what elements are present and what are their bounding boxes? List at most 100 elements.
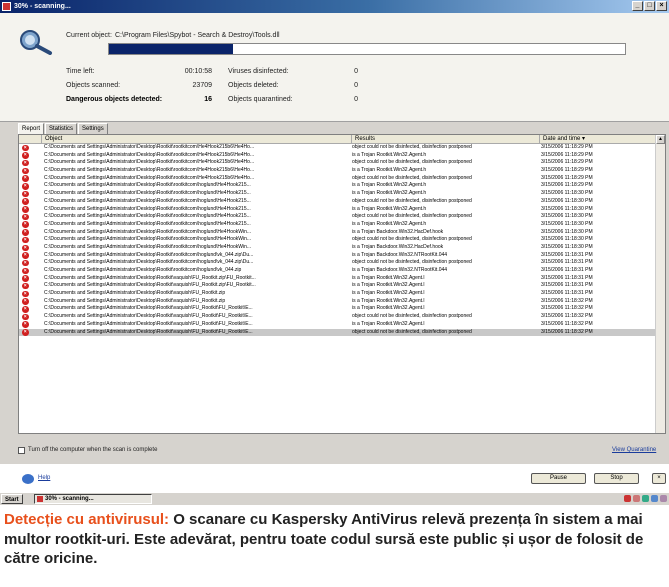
tray-shield-icon[interactable] [633,495,640,502]
help-icon[interactable] [22,474,34,484]
table-row[interactable]: × C:\Documents and Settings\Administrator… [19,259,657,267]
scroll-up-icon[interactable]: ▲ [656,135,665,144]
table-row[interactable]: × C:\Documents and Settings\Administrator… [19,290,657,298]
scan-window: 30% - scanning... _ □ × Current object: … [0,0,669,464]
row-object: C:\Documents and Settings\Administrator\… [44,159,255,166]
column-date[interactable]: Date and time ▾ [540,135,657,144]
row-result: is a Trojan Backdoor.Win32.NTRootKit.044 [352,251,448,258]
row-object: C:\Documents and Settings\Administrator\… [44,243,252,250]
row-result: is a Trojan Rootkit.Win32.Agent.l [352,297,425,304]
table-row[interactable]: × C:\Documents and Settings\Administrator… [19,321,657,329]
row-date: 3/15/2006 11:18:29 PM [541,174,593,181]
row-object: C:\Documents and Settings\Administrator\… [44,267,242,273]
table-row[interactable]: × C:\Documents and Settings\Administrator… [19,313,657,321]
row-object: C:\Documents and Settings\Administrator\… [44,251,254,258]
table-row[interactable]: × C:\Documents and Settings\Administrator… [19,282,657,290]
row-object: C:\Documents and Settings\Administrator\… [44,182,251,189]
row-result: is a Trojan Backdoor.Win32.HacDef.hook [352,228,444,235]
table-row[interactable]: × C:\Documents and Settings\Administrator… [19,252,657,260]
table-row[interactable]: × C:\Documents and Settings\Administrator… [19,229,657,237]
objects-deleted-value: 0 [354,82,358,89]
row-object: C:\Documents and Settings\Administrator\… [44,167,255,174]
table-row[interactable]: × C:\Documents and Settings\Administrator… [19,167,657,175]
row-result: is a Trojan Rootkit.Win32.Agent.h [352,220,427,227]
column-results[interactable]: Results [352,135,540,144]
row-object: C:\Documents and Settings\Administrator\… [44,197,251,204]
table-row[interactable]: × C:\Documents and Settings\Administrator… [19,175,657,183]
row-date: 3/15/2006 11:18:29 PM [541,167,593,174]
row-result: object could not be disinfected, disinfe… [352,197,472,204]
close-dialog-button[interactable]: × [652,473,666,484]
pause-button[interactable]: Pause [531,473,586,484]
title-bar[interactable]: 30% - scanning... _ □ × [0,0,669,13]
minimize-button[interactable]: _ [632,1,643,11]
table-row[interactable]: × C:\Documents and Settings\Administrator… [19,305,657,313]
stop-button[interactable]: Stop [594,473,639,484]
row-object: C:\Documents and Settings\Administrator\… [44,213,251,220]
objects-quarantined-value: 0 [354,96,358,103]
row-object: C:\Documents and Settings\Administrator\… [44,305,253,312]
current-object-label: Current object: [66,32,112,39]
threat-icon: × [22,198,29,205]
table-row[interactable]: × C:\Documents and Settings\Administrator… [19,144,657,152]
dangerous-objects-value: 16 [204,96,212,103]
current-object-path: C:\Program Files\Spybot - Search & Destr… [115,32,280,39]
row-date: 3/15/2006 11:18:30 PM [541,220,593,227]
column-object[interactable]: Object [42,135,352,144]
row-result: is a Trojan Rootkit.Win32.Agent.l [352,290,425,297]
help-link[interactable]: Help [38,475,50,481]
tray-kaspersky-icon[interactable] [624,495,631,502]
table-row[interactable]: × C:\Documents and Settings\Administrator… [19,221,657,229]
table-row[interactable]: × C:\Documents and Settings\Administrator… [19,244,657,252]
table-row[interactable]: × C:\Documents and Settings\Administrator… [19,159,657,167]
view-quarantine-link[interactable]: View Quarantine [612,447,656,454]
row-date: 3/15/2006 11:18:30 PM [541,243,593,250]
table-row[interactable]: × C:\Documents and Settings\Administrator… [19,236,657,244]
article-caption: Detecție cu antivirusul: O scanare cu Ka… [4,510,660,569]
table-row[interactable]: × C:\Documents and Settings\Administrator… [19,275,657,283]
tray-volume-icon[interactable] [651,495,658,502]
row-date: 3/15/2006 11:18:30 PM [541,205,593,212]
viruses-disinfected-value: 0 [354,68,358,75]
table-row[interactable]: × C:\Documents and Settings\Administrator… [19,198,657,206]
row-date: 3/15/2006 11:18:32 PM [541,313,593,320]
objects-quarantined-label: Objects quarantined: [228,96,293,103]
row-date: 3/15/2006 11:18:32 PM [541,320,593,327]
report-list: Object Results Date and time ▾ × C:\Docum… [18,134,666,434]
row-result: is a Trojan Rootkit.Win32.Agent.h [352,205,427,212]
tray-network-icon[interactable] [642,495,649,502]
row-result: is a Trojan Backdoor.Win32.HacDef.hook [352,243,444,250]
shutdown-checkbox[interactable] [18,447,25,454]
objects-deleted-label: Objects deleted: [228,82,279,89]
close-button[interactable]: × [656,1,667,11]
threat-icon: × [22,236,29,244]
table-row[interactable]: × C:\Documents and Settings\Administrator… [19,190,657,198]
row-date: 3/15/2006 11:18:29 PM [541,159,593,166]
shutdown-label: Turn off the computer when the scan is c… [28,447,158,453]
row-result: is a Trojan Rootkit.Win32.Agent.l [352,305,425,312]
table-row[interactable]: × C:\Documents and Settings\Administrator… [19,213,657,221]
taskbar: Start 30% - scanning... [0,492,669,505]
table-row[interactable]: × C:\Documents and Settings\Administrator… [19,267,657,275]
table-row[interactable]: × C:\Documents and Settings\Administrator… [19,152,657,160]
threat-icon: × [22,267,29,275]
row-object: C:\Documents and Settings\Administrator\… [44,144,255,150]
threat-icon: × [22,313,29,321]
row-date: 3/15/2006 11:18:31 PM [541,259,593,266]
taskbar-item-scan[interactable]: 30% - scanning... [34,494,152,504]
report-rows: × C:\Documents and Settings\Administrator… [19,144,657,337]
start-button[interactable]: Start [1,494,23,504]
threat-icon: × [22,306,29,313]
report-scrollbar[interactable]: ▲ [655,135,665,433]
threat-icon: × [22,275,29,282]
table-row[interactable]: × C:\Documents and Settings\Administrator… [19,182,657,190]
kaspersky-icon [37,496,43,502]
table-row[interactable]: × C:\Documents and Settings\Administrator… [19,206,657,214]
dangerous-objects-label: Dangerous objects detected: [66,96,163,103]
maximize-button[interactable]: □ [644,1,655,11]
table-row[interactable]: × C:\Documents and Settings\Administrator… [19,328,657,337]
tray-app-icon[interactable] [660,495,667,502]
table-row[interactable]: × C:\Documents and Settings\Administrator… [19,298,657,306]
column-icon[interactable] [19,135,42,144]
row-date: 3/15/2006 11:18:29 PM [541,144,593,150]
